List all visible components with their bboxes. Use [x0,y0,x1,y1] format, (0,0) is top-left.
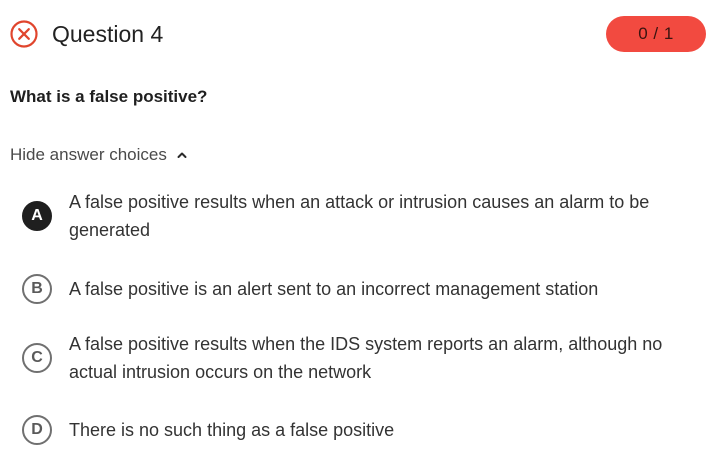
toggle-label: Hide answer choices [10,145,167,164]
question-text: What is a false positive? [10,87,208,106]
choice-text-a: A false positive results when an attack … [69,192,650,240]
choice-letter-b: B [22,274,52,304]
choice-text-c: A false positive results when the IDS sy… [69,334,663,382]
answer-choice-b[interactable]: B A false positive is an alert sent to a… [22,274,700,304]
answer-choice-c[interactable]: C A false positive results when the IDS … [22,330,700,386]
choice-letter-d: D [22,415,52,445]
answer-choice-a[interactable]: A A false positive results when an attac… [22,188,700,244]
incorrect-x-circle-icon [10,20,38,48]
chevron-up-icon [177,151,187,159]
answer-choice-d[interactable]: D There is no such thing as a false posi… [22,415,700,445]
choice-letter-a: A [22,201,52,231]
choice-letter-c: C [22,343,52,373]
question-title: Question 4 [52,20,164,47]
score-badge: 0 / 1 [606,16,706,52]
question-header: Question 4 0 / 1 [10,16,706,52]
quiz-question-card: Question 4 0 / 1 What is a false positiv… [0,0,720,456]
hide-answer-choices-toggle[interactable]: Hide answer choices [10,145,187,165]
choice-text-b: A false positive is an alert sent to an … [69,279,599,299]
choice-text-d: There is no such thing as a false positi… [69,420,395,440]
